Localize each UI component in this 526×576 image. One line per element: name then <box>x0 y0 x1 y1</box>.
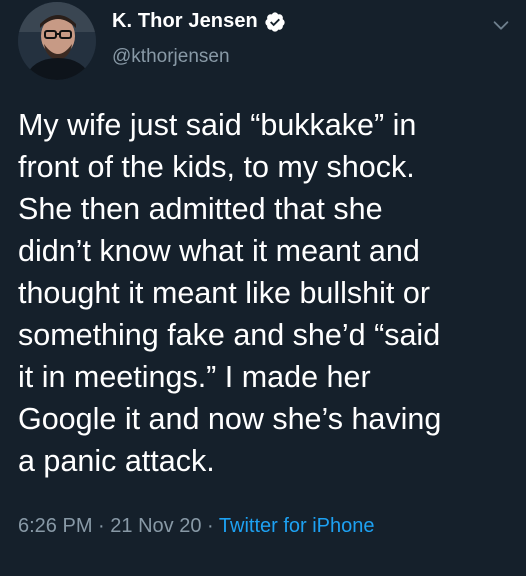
tweet-text-line: thought it meant like bullshit or <box>18 276 430 310</box>
chevron-down-icon[interactable] <box>490 14 512 36</box>
author-name-row[interactable]: K. Thor Jensen <box>112 10 286 33</box>
verified-badge-icon <box>265 11 285 32</box>
tweet-source-link[interactable]: Twitter for iPhone <box>219 515 375 537</box>
tweet-text-line: Google it and now she’s having <box>18 402 442 436</box>
avatar-photo <box>18 2 96 80</box>
tweet-card: K. Thor Jensen @kthorjensen My wife just… <box>0 0 526 576</box>
meta-separator: · <box>98 515 105 537</box>
tweet-date[interactable]: 21 Nov 20 <box>110 515 201 537</box>
tweet-time[interactable]: 6:26 PM <box>18 515 92 537</box>
display-name[interactable]: K. Thor Jensen <box>112 10 258 33</box>
tweet-text: My wife just said “bukkake” in front of … <box>18 104 518 482</box>
tweet-text-line: She then admitted that she <box>18 192 383 226</box>
tweet-text-line: it in meetings.” I made her <box>18 360 371 394</box>
tweet-text-line: didn’t know what it meant and <box>18 234 420 268</box>
tweet-text-line: front of the kids, to my shock. <box>18 150 415 184</box>
tweet-text-line: My wife just said “bukkake” in <box>18 108 417 142</box>
avatar[interactable] <box>18 2 96 80</box>
meta-separator: · <box>207 515 214 537</box>
tweet-meta: 6:26 PM · 21 Nov 20 · Twitter for iPhone <box>18 515 375 538</box>
author-handle[interactable]: @kthorjensen <box>112 46 230 68</box>
tweet-text-line: something fake and she’d “said <box>18 318 441 352</box>
tweet-text-line: a panic attack. <box>18 444 215 478</box>
